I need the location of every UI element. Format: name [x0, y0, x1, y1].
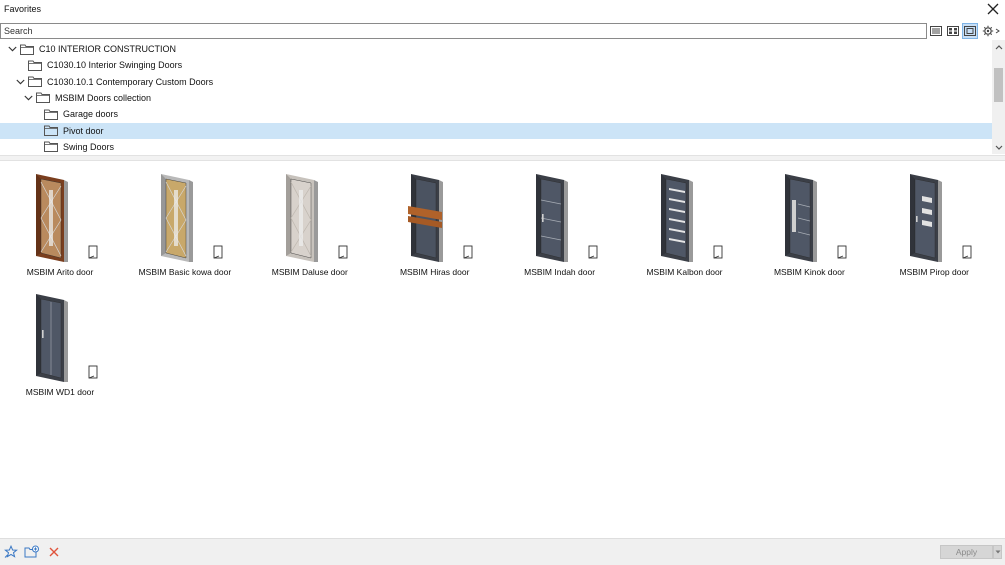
chevron-down-icon[interactable] [23, 93, 33, 103]
search-input[interactable] [0, 23, 927, 39]
object-item-label: MSBIM Kalbon door [646, 267, 723, 277]
new-folder-icon[interactable] [24, 544, 40, 560]
chevron-down-icon[interactable] [7, 44, 17, 54]
object-item-label: MSBIM Indah door [524, 267, 596, 277]
door-thumbnail [20, 170, 104, 266]
object-item-label: MSBIM Kinok door [773, 267, 845, 277]
door-thumbnail [645, 170, 729, 266]
scroll-down-icon[interactable] [992, 141, 1005, 154]
object-grid: MSBIM Arito door MSBIM Basic kowa door MSB… [0, 162, 1005, 538]
tree-item[interactable]: Pivot door [0, 122, 992, 139]
folder-icon [20, 44, 34, 55]
door-thumbnail [894, 170, 978, 266]
folder-icon [44, 125, 58, 136]
close-icon[interactable] [985, 1, 1001, 17]
scroll-up-icon[interactable] [992, 40, 1005, 53]
object-item[interactable]: MSBIM WD1 door [0, 284, 120, 397]
object-item[interactable]: MSBIM Indah door [500, 164, 620, 277]
tree-item[interactable]: C1030.10.1 Contemporary Custom Doors [0, 74, 992, 90]
grid-view-icon[interactable] [945, 23, 961, 39]
tree-scrollbar[interactable] [992, 40, 1005, 154]
door-thumbnail [520, 170, 604, 266]
apply-button[interactable]: Apply [940, 545, 993, 559]
object-item[interactable]: MSBIM Pirop door [874, 164, 994, 277]
door-thumbnail [395, 170, 479, 266]
list-view-icon[interactable] [928, 23, 944, 39]
apply-dropdown-chevron-icon[interactable] [993, 545, 1002, 559]
object-item[interactable]: MSBIM Hiras door [375, 164, 495, 277]
object-item-label: MSBIM Basic kowa door [138, 267, 232, 277]
tree-item-label: C1030.10.1 Contemporary Custom Doors [47, 76, 214, 87]
folder-icon [44, 109, 58, 120]
tree-item[interactable]: C10 INTERIOR CONSTRUCTION [0, 41, 992, 57]
add-favorite-star-icon[interactable] [3, 544, 19, 560]
object-item[interactable]: MSBIM Kalbon door [625, 164, 745, 277]
door-thumbnail [20, 290, 104, 386]
tree-item-label: Swing Doors [63, 141, 115, 152]
tree-item-label: MSBIM Doors collection [55, 92, 152, 103]
tree-item-label: Garage doors [63, 109, 119, 120]
tree-item[interactable]: MSBIM Doors collection [0, 90, 992, 106]
object-item[interactable]: MSBIM Kinok door [749, 164, 869, 277]
tree-item[interactable]: Garage doors [0, 106, 992, 122]
search-row [0, 22, 1005, 40]
tree-item-label: C1030.10 Interior Swinging Doors [47, 60, 183, 71]
tree-item-label: Pivot door [63, 125, 104, 136]
object-item-label: MSBIM WD1 door [25, 387, 95, 397]
door-thumbnail [270, 170, 354, 266]
preview-view-icon[interactable] [962, 23, 978, 39]
title-bar: Favorites [0, 0, 1005, 20]
folder-icon [28, 60, 42, 71]
bottom-toolbar: Apply [0, 538, 1005, 565]
door-thumbnail [769, 170, 853, 266]
pane-splitter[interactable] [0, 155, 1005, 161]
door-thumbnail [145, 170, 229, 266]
object-item-label: MSBIM Pirop door [899, 267, 970, 277]
settings-gear-icon[interactable] [980, 23, 1002, 39]
folder-icon [28, 76, 42, 88]
tree-item[interactable]: C1030.10 Interior Swinging Doors [0, 57, 992, 73]
tree-item-label: C10 INTERIOR CONSTRUCTION [39, 44, 177, 54]
window-title: Favorites [4, 4, 42, 14]
chevron-down-icon[interactable] [15, 77, 25, 87]
tree-item[interactable]: Swing Doors [0, 139, 992, 154]
object-item-label: MSBIM Hiras door [399, 267, 470, 277]
object-item[interactable]: MSBIM Arito door [0, 164, 120, 277]
delete-x-icon[interactable] [46, 544, 62, 560]
folder-icon [44, 141, 58, 153]
folder-icon [36, 92, 50, 104]
scroll-thumb[interactable] [994, 68, 1003, 102]
object-item-label: MSBIM Arito door [26, 267, 94, 277]
object-item[interactable]: MSBIM Basic kowa door [125, 164, 245, 277]
object-item[interactable]: MSBIM Daluse door [250, 164, 370, 277]
object-item-label: MSBIM Daluse door [271, 267, 348, 277]
folder-tree: C10 INTERIOR CONSTRUCTION C1030.10 Interi… [0, 40, 1005, 154]
